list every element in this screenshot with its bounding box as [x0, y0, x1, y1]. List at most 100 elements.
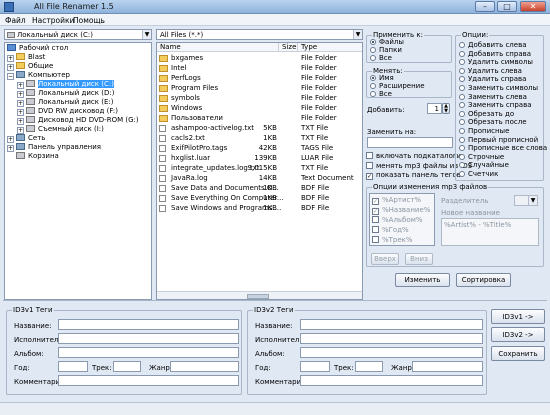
id3v1-year-input[interactable]	[58, 361, 88, 372]
tree-item-shared[interactable]: + Общие	[7, 62, 53, 71]
maximize-button[interactable]: □	[497, 1, 517, 12]
drive-select[interactable]: Локальный диск (C:) ▼	[4, 29, 152, 40]
file-row[interactable]: ExifPilotPro.tags 42KB TAGS File	[157, 143, 362, 153]
id3v2-title-input[interactable]	[300, 319, 483, 330]
menu-help[interactable]: Помощь	[73, 16, 105, 25]
id3v1-track-input[interactable]	[113, 361, 141, 372]
tree-item-control-panel[interactable]: + Панель управления	[7, 143, 101, 152]
id3v1-to-id3v2-button[interactable]: ID3v1 -> ID3v2	[491, 309, 545, 335]
rename-button[interactable]: Изменить	[395, 273, 450, 287]
file-row[interactable]: Save Everything On Computer... 1KB BDF Fil…	[157, 193, 362, 203]
id3v1-comment-input[interactable]	[58, 375, 239, 386]
option-label: Добавить слева	[468, 41, 527, 49]
expand-icon[interactable]: +	[17, 100, 24, 107]
menu-settings[interactable]: Настройки	[32, 16, 74, 25]
tree-item-recycle-bin[interactable]: Корзина	[16, 152, 59, 161]
move-down-button[interactable]: Вниз	[405, 253, 433, 265]
tree-item-drive-i[interactable]: + Съемный диск (I:)	[17, 125, 104, 134]
id3v1-genre-input[interactable]	[170, 361, 239, 372]
file-row[interactable]: integrate_updates.log.txt 9,015KB TXT File	[157, 163, 362, 173]
file-row[interactable]: Intel File Folder	[157, 63, 362, 73]
tree-item-drive-d[interactable]: + Локальный диск (D:)	[17, 89, 114, 98]
minimize-button[interactable]: –	[475, 1, 495, 12]
chevron-down-icon[interactable]: ▼	[528, 196, 537, 205]
mp3-tag-checkbox-4[interactable]: %Трек%	[372, 236, 413, 245]
id3v2-genre-input[interactable]	[412, 361, 483, 372]
id3v2-year-input[interactable]	[300, 361, 330, 372]
tree-item-drive-f[interactable]: + DVD RW дисковод (F:)	[17, 107, 118, 116]
save-button[interactable]: Сохранить	[491, 346, 545, 361]
horizontal-scrollbar[interactable]	[157, 291, 362, 299]
id3v1-title-input[interactable]	[58, 319, 239, 330]
new-name-template-input[interactable]: %Artist% - %Title%	[441, 218, 539, 246]
file-row[interactable]: PerfLogs File Folder	[157, 73, 362, 83]
id3v2-comment-input[interactable]	[300, 375, 483, 386]
expand-icon[interactable]: +	[17, 109, 24, 116]
file-row[interactable]: Пользователи File Folder	[157, 113, 362, 123]
expand-icon[interactable]: +	[7, 64, 14, 71]
mp3-tag-checkbox-2[interactable]: %Альбом%	[372, 216, 423, 225]
file-row[interactable]: symbols File Folder	[157, 93, 362, 103]
file-row[interactable]: cacls2.txt 1KB TXT File	[157, 133, 362, 143]
expand-icon[interactable]: +	[17, 82, 24, 89]
chevron-down-icon[interactable]: ▼	[142, 30, 151, 39]
radio-icon	[459, 76, 465, 83]
mp3-tag-checkbox-1[interactable]: ✓ %Название%	[372, 206, 430, 215]
scrollbar-thumb[interactable]	[247, 294, 269, 299]
column-divider[interactable]	[297, 43, 298, 52]
expand-icon[interactable]: +	[7, 136, 14, 143]
menu-file[interactable]: Файл	[5, 16, 26, 25]
mp3-tag-checkbox-3[interactable]: %Год%	[372, 226, 409, 235]
id3v2-track-input[interactable]	[355, 361, 383, 372]
mp3-tag-label: %Артист%	[382, 196, 422, 204]
option-label: Прописные	[468, 127, 510, 135]
option-radio-15[interactable]: Счетчик	[459, 170, 498, 179]
tree-item-blast[interactable]: + Blast	[7, 53, 45, 62]
column-header-name[interactable]: Name	[160, 43, 181, 52]
file-row[interactable]: ashampoo-activelog.txt 5KB TXT File	[157, 123, 362, 133]
tree-item-desktop[interactable]: Рабочий стол	[7, 44, 68, 53]
file-row[interactable]: bxgames File Folder	[157, 53, 362, 63]
close-button[interactable]: ✕	[520, 1, 546, 12]
chevron-down-icon[interactable]: ▼	[353, 30, 362, 39]
file-row[interactable]: hxglist.luar 139KB LUAR File	[157, 153, 362, 163]
add-count-input[interactable]: 1	[427, 103, 442, 114]
collapse-icon[interactable]: −	[7, 73, 14, 80]
file-filter-select[interactable]: All Files (*.*) ▼	[156, 29, 363, 40]
id3v1-artist-input[interactable]	[58, 333, 239, 344]
mp3-tag-checkbox-0[interactable]: ✓ %Артист%	[372, 196, 421, 205]
file-row[interactable]: JavaRa.log 14KB Text Document	[157, 173, 362, 183]
move-up-button[interactable]: Вверх	[371, 253, 399, 265]
expand-icon[interactable]: +	[7, 55, 14, 62]
expand-icon[interactable]: +	[17, 91, 24, 98]
apply-all-radio[interactable]: Все	[370, 54, 392, 63]
file-row[interactable]: Windows File Folder	[157, 103, 362, 113]
replace-with-input[interactable]	[367, 137, 453, 148]
tree-item-network[interactable]: + Сеть	[7, 134, 45, 143]
show-tag-panel-checkbox[interactable]: ✓ показать панель тегов	[366, 171, 461, 180]
sort-button[interactable]: Сортировка	[456, 273, 511, 287]
expand-icon[interactable]: +	[17, 127, 24, 134]
file-row[interactable]: Program Files File Folder	[157, 83, 362, 93]
file-row[interactable]: Save Data and Documents O... 1KB BDF File	[157, 183, 362, 193]
change-all-radio[interactable]: Все	[370, 90, 392, 99]
separator-select[interactable]: ▼	[514, 195, 538, 206]
file-list[interactable]: Name Size Type bxgames File Folder Intel Fi…	[156, 42, 363, 300]
expand-icon[interactable]: +	[17, 118, 24, 125]
folder-tree[interactable]: Рабочий стол + Blast + Общие − Компьютер + Л…	[4, 42, 152, 300]
id3v2-to-id3v1-button[interactable]: ID3v2 -> ID3v1	[491, 327, 545, 353]
column-header-size[interactable]: Size	[282, 43, 296, 52]
include-subfolders-checkbox[interactable]: включать подкаталоги	[366, 152, 461, 161]
column-header-type[interactable]: Type	[301, 43, 317, 52]
expand-icon[interactable]: +	[7, 145, 14, 152]
id3v1-album-input[interactable]	[58, 347, 239, 358]
tree-item-computer[interactable]: − Компьютер	[7, 71, 70, 80]
id3v2-artist-input[interactable]	[300, 333, 483, 344]
file-row[interactable]: Save Windows and Programs ... 1KB BDF File	[157, 203, 362, 213]
tree-item-drive-g[interactable]: + Дисковод HD DVD-ROM (G:)	[17, 116, 139, 125]
tree-item-drive-c[interactable]: + Локальный диск (C:)	[17, 80, 114, 89]
add-count-stepper[interactable]: ▲ ▼	[442, 103, 450, 114]
tree-item-drive-e[interactable]: + Локальный диск (E:)	[17, 98, 113, 107]
column-divider[interactable]	[278, 43, 279, 52]
id3v2-album-input[interactable]	[300, 347, 483, 358]
